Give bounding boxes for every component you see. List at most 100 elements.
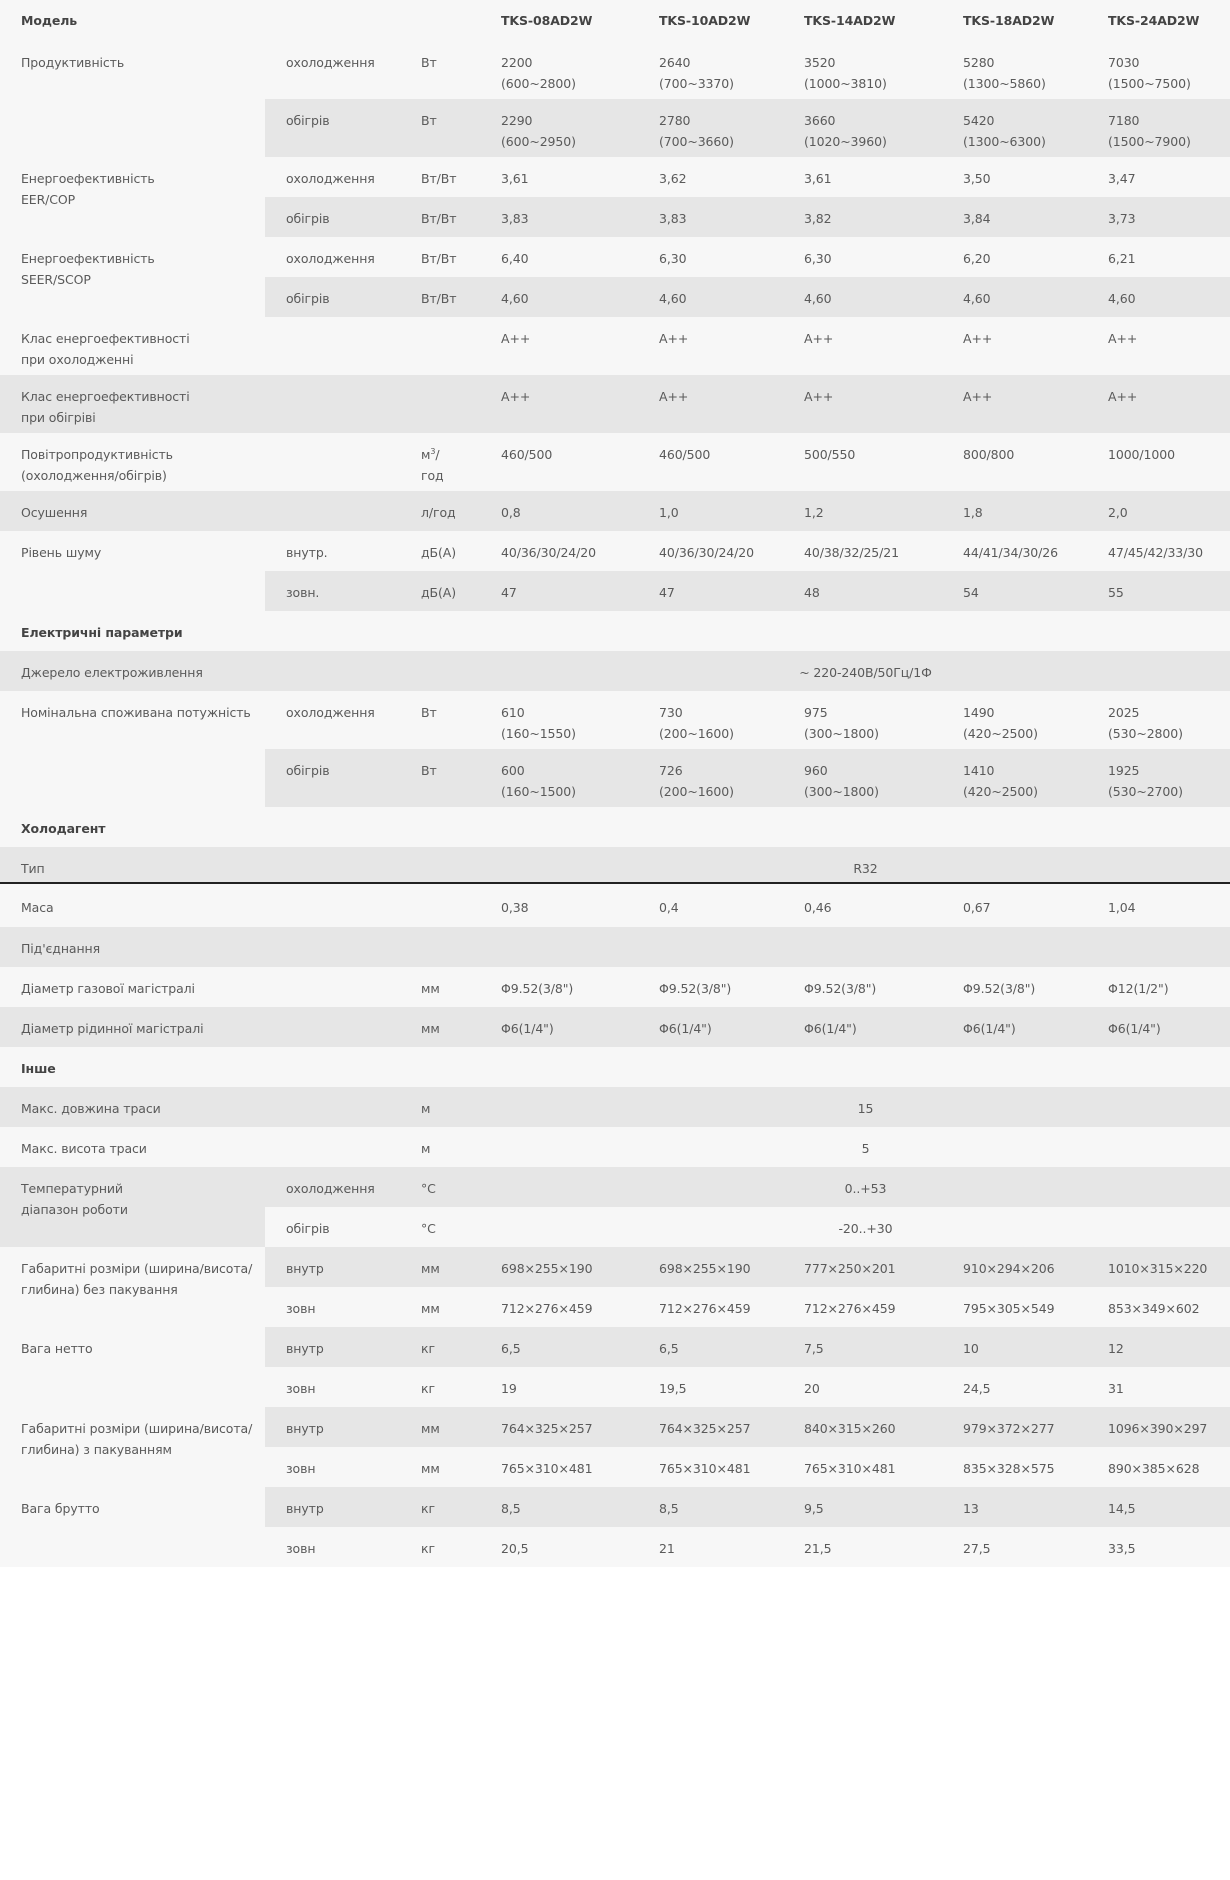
spec-table: Модель TKS-08AD2W TKS-10AD2W TKS-14AD2W TKS-… [0, 0, 1230, 1567]
value-cell: 31 [1108, 1367, 1230, 1407]
value-cell: A++ [804, 331, 834, 346]
row-label: Діаметр газової магістралі [21, 981, 195, 996]
value-cell: 7180 (1500~7900) [1108, 99, 1230, 157]
mode-label: зовн [265, 1447, 421, 1487]
value-cell: 27,5 [963, 1527, 1108, 1567]
value-cell: 890×385×628 [1108, 1447, 1230, 1487]
value-cell: 6,30 [804, 237, 963, 277]
row-label: Рівень шуму [0, 531, 265, 611]
value-cell: 6,5 [659, 1327, 804, 1367]
header-row: Модель TKS-08AD2W TKS-10AD2W TKS-14AD2W TKS-… [0, 0, 1230, 41]
value-cell: 40/36/30/24/20 [659, 531, 804, 571]
value-cell: 13 [963, 1487, 1108, 1527]
model-name: TKS-08AD2W [501, 13, 593, 28]
value-cell: Φ12(1/2") [1108, 981, 1169, 996]
value-cell: Φ6(1/4") [1108, 1021, 1161, 1036]
model-name: TKS-14AD2W [804, 13, 896, 28]
value-cell: A++ [963, 331, 993, 346]
value-cell: 4,60 [659, 277, 804, 317]
row-label: Джерело електроживлення [21, 665, 203, 680]
unit-label [421, 375, 501, 433]
value-cell: 4,60 [501, 277, 659, 317]
value-cell: 960 (300~1800) [804, 749, 963, 807]
value-cell: 910×294×206 [963, 1247, 1108, 1287]
section-row: Електричні параметри [0, 611, 1230, 651]
value-cell: 7,5 [804, 1327, 963, 1367]
model-name: TKS-24AD2W [1108, 13, 1200, 28]
table-row: Макс. довжина траси м 15 [0, 1087, 1230, 1127]
value-cell: 21 [659, 1527, 804, 1567]
unit-label: м [421, 1101, 431, 1116]
merged-value: ~ 220-240В/50Гц/1Ф [799, 665, 932, 680]
value-cell: 5280 (1300~5860) [963, 41, 1108, 99]
unit-label: кг [421, 1327, 501, 1367]
table-row: Продуктивність охолодження Вт 2200 (600~280… [0, 41, 1230, 157]
value-cell: 1,04 [1108, 882, 1230, 927]
row-label: Маса [0, 882, 421, 927]
section-heading: Електричні параметри [21, 625, 183, 640]
model-name: TKS-18AD2W [963, 13, 1055, 28]
unit-label: мм [421, 1287, 501, 1327]
row-label: Вага брутто [0, 1487, 265, 1567]
table-row: Тип R32 [0, 847, 1230, 883]
unit-label: м [421, 1141, 431, 1156]
section-row: Холодагент [0, 807, 1230, 847]
table-row: Маса 0,38 0,4 0,46 0,67 1,04 [0, 882, 1230, 927]
value-cell: 6,20 [963, 237, 1108, 277]
value-cell: Φ9.52(3/8") [963, 981, 1036, 996]
value-cell: 33,5 [1108, 1527, 1230, 1567]
mode-label: охолодження [265, 1167, 421, 1207]
value-cell: 14,5 [1108, 1487, 1230, 1527]
value-cell: 460/500 [501, 447, 553, 462]
table-row: Повітропродуктивність (охолодження/обігр… [0, 433, 1230, 491]
unit-label: мм [421, 1407, 501, 1447]
table-row: Вага нетто внутр кг 6,5 6,5 7,5 10 12 [0, 1327, 1230, 1407]
value-cell: 1096×390×297 [1108, 1407, 1230, 1447]
row-label: Клас енергоефективності при обігріві [21, 389, 190, 425]
model-label: Модель [21, 13, 78, 28]
merged-value: 15 [857, 1101, 874, 1116]
row-label: Номінальна споживана потужність [0, 691, 265, 807]
table-row: Енергоефективність SEER/SCOP охолодження В… [0, 237, 1230, 317]
unit-label: м [421, 447, 431, 462]
value-cell: 975 (300~1800) [804, 691, 963, 749]
row-label: Енергоефективність EER/COP [0, 157, 265, 237]
value-cell: 21,5 [804, 1527, 963, 1567]
value-cell: 1,0 [659, 505, 679, 520]
value-cell: 853×349×602 [1108, 1287, 1230, 1327]
value-cell: 4,60 [804, 277, 963, 317]
value-cell: 47 [501, 571, 659, 611]
value-cell: 3,61 [804, 157, 963, 197]
value-cell: 0,38 [501, 882, 659, 927]
row-label: Клас енергоефективності при охолодженні [21, 331, 190, 367]
merged-value: 5 [861, 1141, 870, 1156]
value-cell: 764×325×257 [659, 1407, 804, 1447]
value-cell: 460/500 [659, 447, 711, 462]
value-cell: A++ [1108, 389, 1138, 404]
table-row: Під'єднання [0, 927, 1230, 967]
value-cell: Φ6(1/4") [804, 1021, 857, 1036]
value-cell: 4,60 [1108, 277, 1230, 317]
value-cell: 19,5 [659, 1367, 804, 1407]
value-cell: Φ6(1/4") [963, 1021, 1016, 1036]
value-cell: A++ [1108, 331, 1138, 346]
value-cell: 3,73 [1108, 197, 1230, 237]
value-cell: 2200 (600~2800) [501, 41, 659, 99]
unit-label [421, 882, 501, 927]
value-cell: 777×250×201 [804, 1247, 963, 1287]
mode-label: внутр. [265, 531, 421, 571]
mode-label: охолодження [265, 691, 421, 749]
value-cell: 3,62 [659, 157, 804, 197]
value-cell: 1,8 [963, 505, 983, 520]
merged-value: R32 [853, 861, 878, 876]
value-cell: 3660 (1020~3960) [804, 99, 963, 157]
row-label: Тип [21, 861, 45, 876]
value-cell: 2025 (530~2800) [1108, 691, 1230, 749]
value-cell: 712×276×459 [501, 1287, 659, 1327]
unit-label: мм [421, 981, 440, 996]
value-cell: 3,50 [963, 157, 1108, 197]
unit-label: °C [421, 1207, 501, 1247]
mode-label: внутр [265, 1327, 421, 1367]
mode-label: обігрів [265, 1207, 421, 1247]
table-row: Клас енергоефективності при охолодженні A… [0, 317, 1230, 375]
